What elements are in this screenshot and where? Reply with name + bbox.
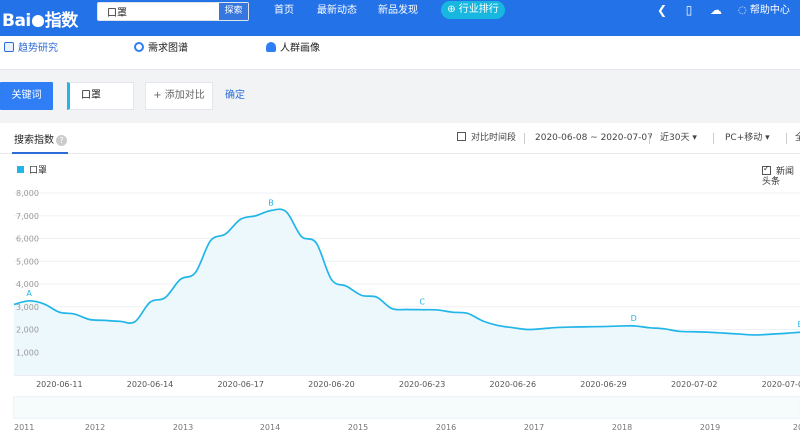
overview-year-label: 2011 [14, 423, 34, 432]
wechat-icon[interactable]: ☁ [710, 4, 722, 16]
overview-year-label: 2013 [173, 423, 193, 432]
search-index-panel: 搜索指数? 对比时间段 2020-06-08 ~ 2020-07-07 近30天… [0, 123, 800, 432]
overview-year-label: 2019 [700, 423, 720, 432]
x-tick-label: 2020-06-23 [399, 380, 446, 389]
x-tick-label: 2020-07-02 [671, 380, 718, 389]
annotation-label-b: B [268, 199, 274, 208]
search-button[interactable]: 探索 [219, 3, 248, 20]
x-tick-label: 2020-06-20 [308, 380, 355, 389]
keyword-mode-button[interactable]: 关键词 [0, 82, 53, 110]
y-tick-label: 2,000 [16, 326, 39, 335]
confirm-button[interactable]: 确定 [225, 82, 245, 110]
annotation-label-d: D [631, 314, 637, 323]
trend-icon [4, 42, 14, 52]
x-tick-label: 2020-06-11 [36, 380, 83, 389]
industry-ranking-button[interactable]: ⊕ 行业排行 [441, 1, 505, 19]
top-navigation-bar: Bai指数 探索 首页 最新动态 新品发现 ⊕ 行业排行 ❮ ▯ ☁ ◌ 帮助中… [0, 0, 800, 36]
subnav-trend-research[interactable]: 趋势研究 [4, 41, 58, 57]
search-index-chart[interactable]: 1,000 2,000 3,000 4,000 5,000 6,000 7,000 8,000… [0, 123, 800, 432]
keyword-compare-area: 关键词 口罩 + 添加对比 确定 [0, 70, 800, 123]
overview-year-label: 2017 [524, 423, 544, 432]
add-compare-button[interactable]: + 添加对比 [145, 82, 213, 110]
x-axis-layer: 2020-06-11 2020-06-14 2020-06-17 2020-06-20… [36, 380, 800, 389]
x-tick-label: 2020-07-05 [762, 380, 800, 389]
y-axis-layer: 1,000 2,000 3,000 4,000 5,000 6,000 7,000 8,000 [16, 189, 39, 357]
x-tick-label: 2020-06-26 [490, 380, 537, 389]
nav-latest-news[interactable]: 最新动态 [317, 3, 357, 19]
keyword-field[interactable]: 口罩 [67, 82, 134, 110]
overview-year-label: 2018 [612, 423, 632, 432]
overview-selection [14, 397, 800, 418]
y-tick-label: 8,000 [16, 189, 39, 198]
y-tick-label: 4,000 [16, 280, 39, 289]
mobile-icon[interactable]: ▯ [683, 4, 695, 16]
overview-year-label: 2015 [348, 423, 368, 432]
subnav-demand-map[interactable]: 需求图谱 [134, 41, 188, 57]
series-layer [13, 208, 800, 375]
x-tick-label: 2020-06-17 [217, 380, 264, 389]
subnav-user-profile[interactable]: 人群画像 [266, 41, 320, 57]
nav-switch-icon[interactable]: ❮ [656, 4, 668, 16]
baidu-index-logo[interactable]: Bai 指数 [2, 6, 78, 31]
user-profile-icon [266, 42, 276, 52]
nav-new-products[interactable]: 新品发现 [378, 3, 418, 19]
sub-navigation: 趋势研究 需求图谱 人群画像 [0, 36, 800, 70]
demand-map-icon [134, 42, 144, 52]
flame-icon: ⊕ [447, 4, 456, 15]
search-box: 探索 [97, 2, 249, 21]
y-tick-label: 1,000 [16, 348, 39, 357]
overview-year-label: 2014 [260, 423, 280, 432]
search-input[interactable] [98, 3, 220, 20]
overview-year-label: 2016 [436, 423, 456, 432]
x-tick-label: 2020-06-29 [580, 380, 627, 389]
y-tick-label: 5,000 [16, 257, 39, 266]
help-center-link[interactable]: ◌ 帮助中心 [738, 3, 790, 19]
overview-year-label: 20 [793, 423, 800, 432]
annotation-label-c: C [419, 298, 425, 307]
y-tick-label: 3,000 [16, 303, 39, 312]
x-tick-label: 2020-06-14 [127, 380, 174, 389]
series-area-fill [14, 209, 800, 375]
nav-home[interactable]: 首页 [274, 3, 294, 19]
help-center-icon: ◌ [738, 5, 747, 16]
y-tick-label: 7,000 [16, 212, 39, 221]
overview-layer: 2011 2012 2013 2014 2015 2016 2017 2018 2019 20 [13, 396, 800, 432]
overview-year-label: 2012 [85, 423, 105, 432]
annotation-label-a: A [26, 289, 32, 298]
y-tick-label: 6,000 [16, 235, 39, 244]
paw-logo-icon [31, 15, 44, 27]
